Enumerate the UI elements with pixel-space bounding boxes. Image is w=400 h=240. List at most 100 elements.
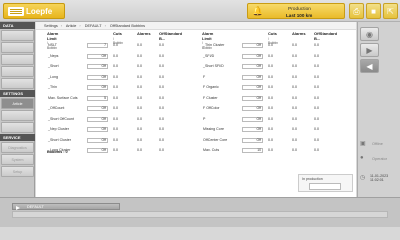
cell-alarms: 0.0 <box>137 127 142 131</box>
alarm-limit-input[interactable]: Off <box>242 85 263 90</box>
alarm-limit-input[interactable]: Off <box>242 127 263 132</box>
table-row: _OffCount Off 0.0 0.0 0.0 <box>47 105 197 112</box>
table-row: _Thin Cluster Off 0.0 0.0 0.0 <box>202 42 352 49</box>
row-label: _Thin Cluster <box>203 43 225 47</box>
sidebar-item-system[interactable]: System <box>1 154 34 165</box>
table-row: F Cluster Off 0.0 0.0 0.0 <box>202 95 352 102</box>
brand-name: Loepfe <box>26 7 53 16</box>
arrow-left-icon[interactable]: ◀ <box>360 59 379 73</box>
sidebar-item-setup[interactable]: Setup <box>1 166 34 177</box>
cell-alarms: 0.0 <box>292 95 297 100</box>
network-icon: ▣ <box>360 141 366 147</box>
sidebar-item-settings-2[interactable] <box>1 110 34 121</box>
sidebar-item-data-4[interactable] <box>1 66 34 77</box>
sidebar-item-data-1[interactable] <box>1 30 34 41</box>
alarm-limit-input[interactable]: Off <box>242 95 263 101</box>
sidebar-item-data-3[interactable] <box>1 54 34 65</box>
cell-cuts: 0.0 <box>113 53 118 58</box>
table-row: F Organic Off 0.0 0.0 0.0 <box>202 84 352 91</box>
row-label: _Neps <box>48 53 59 58</box>
camera-icon[interactable]: ◉ <box>360 27 379 41</box>
alarm-limit-input[interactable]: Off <box>242 116 263 122</box>
main-panel: Settings › Article › DEFAULT › OffStandard … <box>36 22 356 197</box>
time: 11:02:01 <box>370 178 384 183</box>
sidebar-section-service: SERVICE <box>0 134 35 141</box>
alarm-limit-input[interactable]: Off <box>242 53 263 59</box>
user-name[interactable]: Operator <box>372 157 387 161</box>
alarm-limit-input[interactable]: Off <box>242 64 263 69</box>
alarm-limit-input[interactable]: Off <box>87 85 108 90</box>
bottom-item-label: DEFAULT <box>27 205 44 209</box>
cell-cuts: 0.0 <box>268 148 273 152</box>
cell-cuts: 0.0 <box>268 64 273 68</box>
cell-alarms: 0.0 <box>292 64 297 68</box>
cell-off: 0.0 <box>314 106 319 110</box>
table-row: _Long Off 0.0 0.0 0.0 <box>47 74 197 81</box>
table-row: NSLT 7 0.0 0.0 0.0 <box>47 42 197 49</box>
table-row: Max. Surface Cuts 5 0.0 0.0 0.0 <box>47 95 197 102</box>
arrow-right-icon[interactable]: ▶ <box>360 43 379 57</box>
bottom-empty-row <box>12 211 388 218</box>
table-row: Missing Core Off 0.0 0.0 0.0 <box>202 126 352 133</box>
bobbins-count: Bobbins : 0 <box>47 150 68 154</box>
in-production-field[interactable] <box>309 183 341 190</box>
breadcrumb-item-settings[interactable]: Settings <box>44 24 58 28</box>
cell-alarms: 0.0 <box>292 116 297 121</box>
lock-icon[interactable]: ■ <box>366 3 381 19</box>
in-production-box: In production <box>298 174 353 192</box>
alarm-limit-input[interactable]: Off <box>242 137 263 143</box>
sidebar-item-diagnostics[interactable]: Diagnostics <box>1 142 34 153</box>
export-icon[interactable]: ⇱ <box>383 3 398 19</box>
row-label: P <box>203 116 206 121</box>
cell-alarms: 0.0 <box>292 74 297 79</box>
alarm-limit-input[interactable]: Off <box>242 74 263 80</box>
cell-off: 0.0 <box>314 74 319 79</box>
alarm-limit-input[interactable]: Off <box>242 43 263 48</box>
user-icon: ● <box>360 155 364 161</box>
cell-alarms: 0.0 <box>292 137 297 142</box>
table-row: _Long Cluster Off 0.0 0.0 0.0 <box>47 147 197 154</box>
sidebar-item-settings-3[interactable] <box>1 122 34 133</box>
sidebar-item-data-2[interactable] <box>1 42 34 53</box>
alarm-limit-input[interactable]: Off <box>87 74 108 80</box>
alarm-limit-input[interactable]: Off <box>87 137 108 143</box>
alarm-limit-input[interactable]: 5 <box>87 95 108 101</box>
cell-alarms: 0.0 <box>137 148 142 152</box>
row-label: _Short <box>48 64 59 68</box>
row-label: Missing Core <box>203 127 224 131</box>
alarm-limit-input[interactable]: Off <box>87 116 108 122</box>
sidebar-item-data-5[interactable] <box>1 78 34 89</box>
cell-off: 0.0 <box>314 64 319 68</box>
alarm-limit-input[interactable]: Off <box>87 53 108 59</box>
alarm-limit-input[interactable]: 7 <box>87 43 108 48</box>
alarm-limit-input[interactable]: 10 <box>242 148 263 153</box>
cell-cuts: 0.0 <box>113 116 118 121</box>
production-panel[interactable]: 🔔 Production Last 100 km <box>247 3 345 19</box>
cell-cuts: 0.0 <box>268 43 273 47</box>
cell-off: 0.0 <box>159 127 164 131</box>
cell-cuts: 0.0 <box>268 127 273 131</box>
cell-off: 0.0 <box>159 43 164 47</box>
logo: Loepfe <box>3 3 65 19</box>
cell-alarms: 0.0 <box>137 43 142 47</box>
alarm-limit-input[interactable]: Off <box>242 106 263 111</box>
cell-cuts: 0.0 <box>268 116 273 121</box>
cell-off: 0.0 <box>159 148 164 152</box>
table-row: OffCenter Core Off 0.0 0.0 0.0 <box>202 137 352 144</box>
table-row: _Short OffCount Off 0.0 0.0 0.0 <box>47 116 197 123</box>
cell-off: 0.0 <box>314 137 319 142</box>
sidebar-item-article[interactable]: Article <box>1 98 34 109</box>
table-row: F OffColor Off 0.0 0.0 0.0 <box>202 105 352 112</box>
alarm-limit-input[interactable]: Off <box>87 106 108 111</box>
breadcrumb-item-article[interactable]: Article <box>66 24 77 28</box>
cell-alarms: 0.0 <box>292 53 297 58</box>
cell-cuts: 0.0 <box>113 64 118 68</box>
cell-alarms: 0.0 <box>137 116 142 121</box>
print-icon[interactable]: ⎙ <box>349 3 364 19</box>
breadcrumb-item-default[interactable]: DEFAULT <box>85 24 102 28</box>
row-label: NSLT <box>48 43 57 47</box>
alarm-limit-input[interactable]: Off <box>87 64 108 69</box>
alarm-limit-input[interactable]: Off <box>87 127 108 132</box>
bottom-item-default[interactable]: DEFAULT <box>12 203 120 210</box>
alarm-limit-input[interactable]: Off <box>87 148 108 153</box>
